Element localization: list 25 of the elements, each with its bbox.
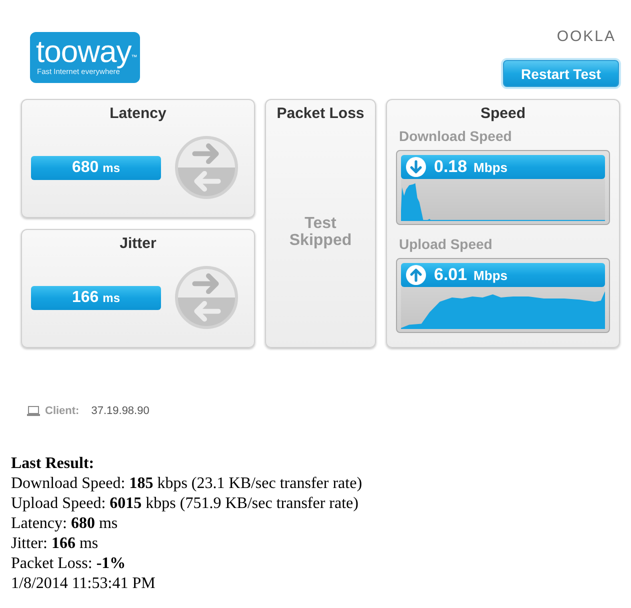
panel-title: Jitter	[120, 235, 156, 253]
meter-label: Download Speed	[399, 128, 513, 144]
value-readout: 166 ms	[31, 286, 161, 310]
speed-value: 6.01 Mbps	[434, 265, 508, 285]
value-readout: 680 ms	[31, 156, 161, 180]
result-line: 1/8/2014 11:53:41 PM	[11, 574, 156, 594]
meter-label: Upload Speed	[399, 236, 494, 252]
client-address: 37.19.98.90	[91, 405, 150, 417]
result-line: Latency: 680 ms	[11, 514, 118, 534]
panel-title: Speed	[480, 105, 526, 123]
left-right-arrows-icon	[175, 266, 238, 329]
left-right-arrows-icon	[175, 136, 238, 199]
result-line: Download Speed: 185 kbps (23.1 KB/sec transfer rate)	[11, 474, 362, 494]
restart-button[interactable]: Restart Test	[501, 58, 621, 89]
last-result-title: Last Result:	[11, 454, 94, 474]
brand-wordmark: OOKLA	[556, 28, 616, 46]
result-line: Upload Speed: 6015 kbps (751.9 KB/sec transfer rate)	[11, 494, 358, 514]
laptop-icon	[27, 406, 40, 416]
panel-title: Packet Loss	[276, 105, 364, 123]
speed-value: 0.18 Mbps	[434, 157, 508, 177]
result-line: Jitter: 166 ms	[11, 534, 98, 554]
result-line: Packet Loss: -1%	[11, 554, 126, 574]
status-text: Test Skipped	[288, 215, 353, 249]
client-label: Client:	[45, 405, 80, 417]
panel-title: Latency	[110, 105, 166, 123]
